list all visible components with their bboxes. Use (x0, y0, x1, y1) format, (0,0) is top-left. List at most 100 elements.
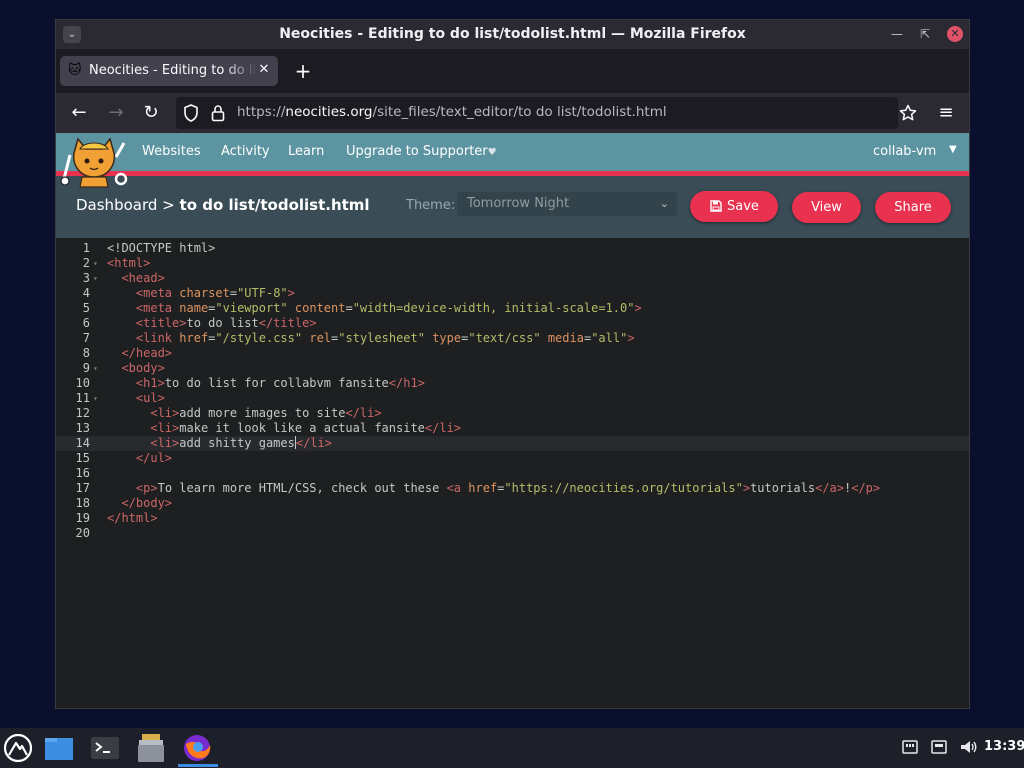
code-line[interactable]: 10 <h1>to do list for collabvm fansite</… (56, 376, 969, 391)
nav-learn[interactable]: Learn (288, 144, 324, 159)
code-token: <a (446, 481, 469, 495)
line-number: 9 (82, 361, 90, 375)
code-line[interactable]: 2 ▾ <html> (56, 256, 969, 271)
url-text[interactable]: https://neocities.org/site_files/text_ed… (237, 104, 667, 120)
line-number: 11 (75, 391, 90, 405)
code-token: "/style.css" (215, 331, 303, 345)
code-line[interactable]: 15 </ul> (56, 451, 969, 466)
code-token: type (432, 331, 462, 345)
lock-icon[interactable] (208, 103, 228, 123)
code-line[interactable]: 16 (56, 466, 969, 481)
code-line[interactable]: 4 <meta charset="UTF-8"> (56, 286, 969, 301)
wired-network-icon[interactable] (931, 740, 947, 754)
clock[interactable]: 13:39 (984, 739, 1024, 754)
tab-close-icon[interactable]: ✕ (256, 62, 272, 78)
code-token: = (229, 286, 238, 300)
code-token: <head> (121, 271, 165, 285)
fold-toggle-icon[interactable]: ▾ (93, 391, 98, 406)
code-token: <ul> (135, 391, 165, 405)
minimize-icon[interactable]: — (888, 25, 906, 43)
firefox-icon[interactable] (181, 732, 213, 764)
line-number: 6 (82, 316, 90, 330)
code-line[interactable]: 7 <link href="/style.css" rel="styleshee… (56, 331, 969, 346)
reload-icon[interactable]: ↻ (137, 99, 165, 127)
code-line[interactable]: 18 </body> (56, 496, 969, 511)
code-line[interactable]: 8 </head> (56, 346, 969, 361)
code-line[interactable]: 5 <meta name="viewport" content="width=d… (56, 301, 969, 316)
code-line[interactable]: 14 <li>add shitty games</li> (56, 436, 969, 451)
code-line[interactable]: 6 <title>to do list</title> (56, 316, 969, 331)
network-icon[interactable] (902, 740, 918, 754)
caret-down-icon[interactable]: ▼ (949, 144, 957, 155)
nav-websites[interactable]: Websites (142, 144, 201, 159)
terminal-icon[interactable] (89, 732, 121, 764)
line-number: 5 (82, 301, 90, 315)
new-tab-button[interactable]: + (291, 59, 315, 83)
nav-activity[interactable]: Activity (221, 144, 270, 159)
code-line[interactable]: 1 <!DOCTYPE html> (56, 241, 969, 256)
code-line[interactable]: 13 <li>make it look like a actual fansit… (56, 421, 969, 436)
tab-label: Neocities - Editing to do list/todolist.… (89, 63, 257, 78)
code-line[interactable]: 12 <li>add more images to site</li> (56, 406, 969, 421)
bookmark-star-icon[interactable] (898, 103, 918, 123)
save-button[interactable]: Save (690, 191, 778, 222)
code-line[interactable]: 19 </html> (56, 511, 969, 526)
hamburger-menu-icon[interactable]: ≡ (932, 99, 960, 127)
code-token: > (287, 286, 295, 300)
address-bar[interactable]: https://neocities.org/site_files/text_ed… (176, 97, 898, 129)
neocities-cat-logo[interactable] (58, 135, 130, 191)
breadcrumb-dashboard[interactable]: Dashboard (76, 196, 157, 214)
window-titlebar[interactable]: ⌄ Neocities - Editing to do list/todolis… (56, 20, 969, 49)
theme-select[interactable]: Tomorrow Night ⌄ (457, 192, 677, 216)
launcher-icon[interactable] (2, 732, 34, 764)
tab-neocities-editor[interactable]: 🐱 Neocities - Editing to do list/todolis… (60, 56, 278, 86)
code-line[interactable]: 3 ▾ <head> (56, 271, 969, 286)
fold-toggle-icon[interactable]: ▾ (93, 271, 98, 286)
line-number: 3 (82, 271, 90, 285)
restore-icon[interactable]: ⇱ (916, 25, 934, 43)
user-menu[interactable]: collab-vm (873, 144, 936, 159)
code-line[interactable]: 17 <p>To learn more HTML/CSS, check out … (56, 481, 969, 496)
code-editor[interactable]: 1 <!DOCTYPE html> 2 ▾ <html> 3 ▾ <head> 4 <meta… (56, 238, 969, 708)
share-button[interactable]: Share (875, 192, 951, 223)
nav-upgrade[interactable]: Upgrade to Supporter♥ (346, 144, 497, 159)
code-text: <html> (107, 256, 150, 271)
code-token: </head> (121, 346, 173, 360)
volume-icon[interactable] (960, 739, 978, 755)
code-line[interactable]: 9 ▾ <body> (56, 361, 969, 376)
code-token: > (634, 301, 642, 315)
fold-toggle-icon[interactable]: ▾ (93, 256, 98, 271)
code-text: <li>make it look like a actual fansite</… (107, 421, 461, 436)
code-line[interactable]: 20 (56, 526, 969, 541)
back-arrow-icon[interactable]: ← (65, 99, 93, 127)
file-manager-icon[interactable] (43, 732, 75, 764)
active-app-indicator (178, 764, 218, 767)
code-token: <p> (135, 481, 158, 495)
shield-icon[interactable] (181, 103, 201, 123)
code-token: to do list (186, 316, 259, 330)
code-text: <head> (107, 271, 165, 286)
code-token: media (547, 331, 584, 345)
code-token: </li> (424, 421, 462, 435)
code-text: <ul> (107, 391, 165, 406)
view-button[interactable]: View (792, 192, 861, 223)
theme-label: Theme: (406, 198, 456, 213)
archive-manager-icon[interactable] (135, 732, 167, 764)
code-token: </li> (295, 436, 332, 450)
code-line[interactable]: 11 ▾ <ul> (56, 391, 969, 406)
line-number: 7 (82, 331, 90, 345)
fold-toggle-icon[interactable]: ▾ (93, 361, 98, 376)
code-token: "all" (591, 331, 628, 345)
close-icon[interactable]: ✕ (947, 26, 963, 42)
forward-arrow-icon[interactable]: → (102, 99, 130, 127)
code-token: <h1> (135, 376, 165, 390)
